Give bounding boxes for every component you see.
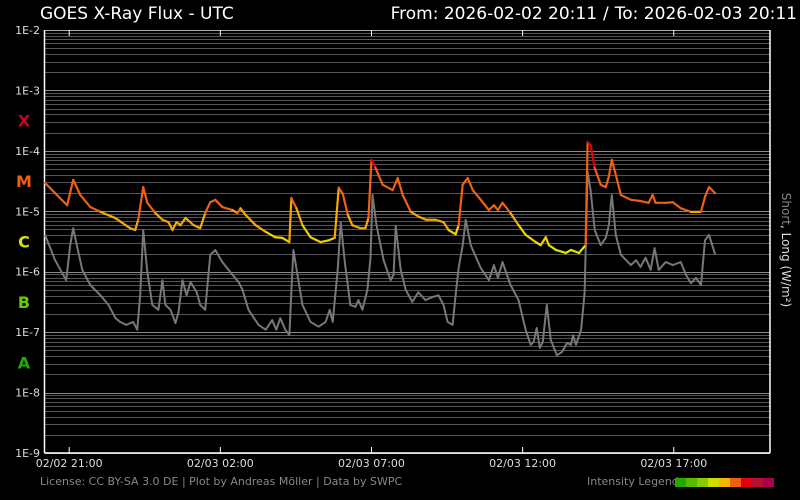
y-tick-label: 1E-7 bbox=[15, 326, 40, 339]
long-flux-segment bbox=[699, 195, 707, 213]
long-flux-segment bbox=[639, 199, 650, 204]
legend-swatch bbox=[730, 478, 741, 487]
long-flux-segment bbox=[651, 193, 657, 204]
long-flux-segment bbox=[171, 221, 178, 232]
long-flux-segment bbox=[401, 193, 412, 213]
legend-swatch bbox=[675, 478, 686, 487]
x-tick-label: 02/03 17:00 bbox=[640, 457, 707, 470]
y-axis-label: Short, Long (W/m²) bbox=[779, 193, 793, 307]
long-flux-segment bbox=[244, 213, 257, 227]
long-flux-segment bbox=[319, 239, 330, 244]
long-flux-segment bbox=[471, 189, 482, 201]
long-flux-segment bbox=[295, 207, 304, 227]
legend-swatch bbox=[686, 478, 697, 487]
long-flux-segment bbox=[610, 158, 617, 177]
long-flux-segment bbox=[554, 248, 568, 255]
long-flux-segment bbox=[707, 186, 717, 195]
legend-swatch bbox=[741, 478, 752, 487]
long-flux-segment bbox=[629, 198, 642, 203]
long-flux-segment bbox=[547, 244, 557, 252]
long-flux-segment bbox=[442, 221, 450, 232]
y-tick-label: 1E-3 bbox=[15, 84, 40, 97]
long-flux-segment bbox=[79, 193, 92, 209]
y-tick-label: 1E-2 bbox=[15, 24, 40, 37]
long-flux-segment bbox=[517, 224, 527, 236]
x-tick-label: 02/03 07:00 bbox=[338, 457, 405, 470]
long-flux-segment bbox=[479, 198, 490, 212]
long-flux-segment bbox=[309, 236, 322, 244]
long-flux-segment bbox=[466, 176, 474, 192]
long-flux-segment bbox=[396, 176, 404, 197]
x-tick-label: 02/03 12:00 bbox=[489, 457, 556, 470]
long-flux-segment bbox=[391, 176, 399, 192]
legend-swatch bbox=[763, 478, 774, 487]
long-flux-segment bbox=[66, 178, 75, 207]
y-tick-label: 1E-4 bbox=[15, 145, 40, 158]
long-flux-segment bbox=[671, 201, 682, 210]
long-flux-segment bbox=[457, 183, 464, 227]
flare-class-label: A bbox=[18, 353, 31, 372]
y-tick-label: 1E-8 bbox=[15, 387, 40, 400]
long-flux-segment bbox=[142, 186, 149, 204]
y-axis-label-short: Short bbox=[779, 192, 793, 225]
legend-swatch bbox=[719, 478, 730, 487]
legend-swatch bbox=[697, 478, 708, 487]
x-tick-label: 02/03 02:00 bbox=[187, 457, 254, 470]
long-flux-line bbox=[43, 140, 717, 255]
intensity-legend bbox=[675, 478, 774, 487]
credits: License: CC BY-SA 3.0 DE | Plot by Andre… bbox=[40, 475, 403, 488]
long-flux-segment bbox=[619, 193, 633, 201]
long-flux-segment bbox=[346, 213, 354, 227]
long-flux-segment bbox=[113, 216, 132, 230]
long-flux-segment bbox=[381, 183, 394, 192]
long-flux-segment bbox=[703, 186, 711, 198]
long-flux-segment bbox=[214, 198, 224, 209]
long-flux-segment bbox=[364, 216, 370, 230]
long-flux-segment bbox=[367, 158, 373, 220]
long-flux-segment bbox=[43, 181, 57, 195]
long-flux-segment bbox=[221, 205, 234, 212]
legend-swatch bbox=[708, 478, 719, 487]
long-flux-segment bbox=[614, 173, 622, 197]
long-flux-segment bbox=[569, 248, 581, 255]
long-flux-segment bbox=[454, 224, 460, 236]
intensity-legend-label: Intensity Legend bbox=[587, 475, 679, 488]
y-tick-label: 1E-5 bbox=[15, 205, 40, 218]
flare-class-label: B bbox=[18, 293, 30, 312]
long-flux-segment bbox=[254, 224, 267, 233]
long-flux-segment bbox=[604, 175, 610, 189]
long-flux-segment bbox=[447, 228, 457, 236]
flare-class-label: C bbox=[18, 233, 30, 252]
long-flux-segment bbox=[264, 230, 277, 239]
flare-class-label: M bbox=[16, 172, 32, 191]
y-axis-label-long: , Long (W/m²) bbox=[779, 224, 793, 308]
long-flux-segment bbox=[53, 192, 69, 207]
y-tick-label: 1E-6 bbox=[15, 266, 40, 279]
legend-swatch bbox=[752, 478, 763, 487]
xray-flux-chart: 1E-21E-31E-41E-51E-61E-71E-81E-9XMCBA02/… bbox=[15, 24, 771, 470]
long-flux-segment bbox=[496, 201, 504, 212]
long-flux-segment bbox=[333, 186, 340, 239]
flare-class-label: X bbox=[18, 112, 31, 131]
x-tick-label: 02/02 21:00 bbox=[36, 457, 103, 470]
